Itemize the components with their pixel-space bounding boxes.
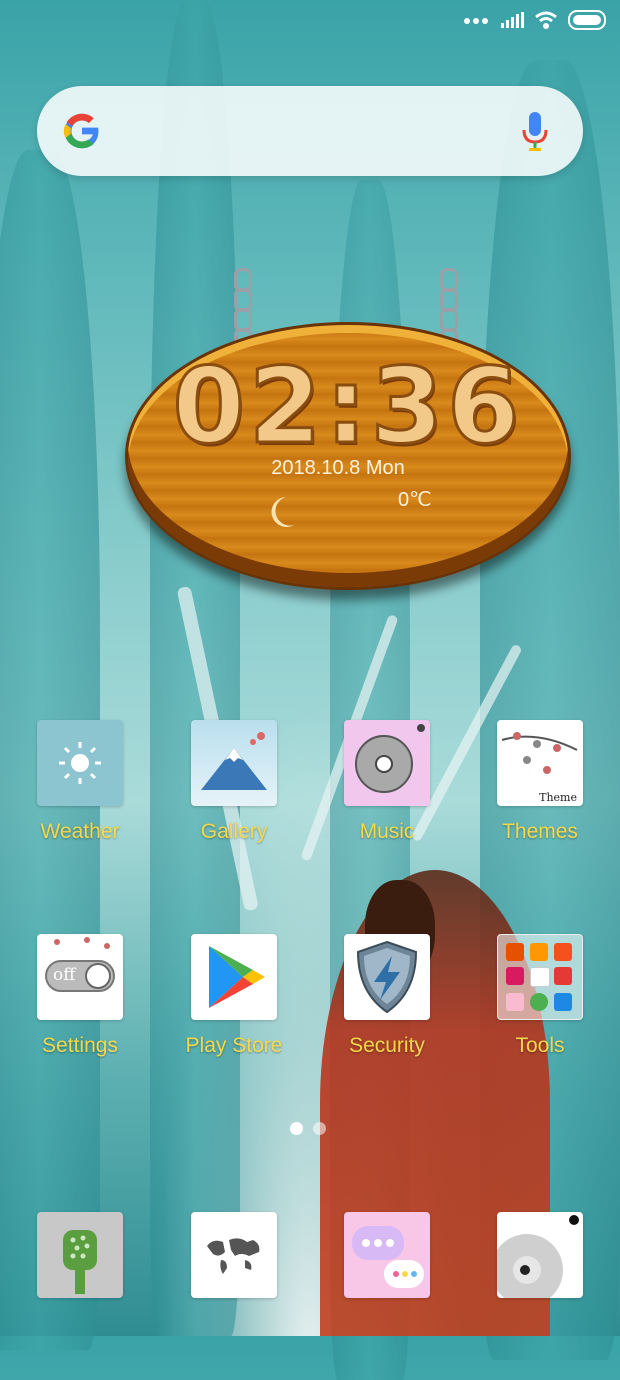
clock-time: 02:36 <box>171 344 524 469</box>
signal-icon <box>501 12 524 28</box>
app-gallery[interactable]: Gallery <box>169 720 299 844</box>
page-dot[interactable] <box>313 1122 326 1135</box>
dock-messages[interactable] <box>322 1212 452 1298</box>
play-store-icon <box>191 934 277 1020</box>
battery-icon <box>568 10 606 30</box>
app-label: Play Store <box>185 1034 283 1057</box>
tools-folder-icon <box>497 934 583 1020</box>
chain-right-icon <box>440 268 458 352</box>
google-g-icon <box>63 113 101 149</box>
page-dot-active <box>290 1122 303 1135</box>
app-label: Themes <box>502 820 578 843</box>
weather-icon <box>37 720 123 806</box>
messages-icon <box>344 1212 430 1298</box>
security-icon <box>344 934 430 1020</box>
clock-temperature: 0℃ <box>398 489 432 511</box>
phone-dialer-icon <box>37 1212 123 1298</box>
themes-icon: Theme <box>497 720 583 806</box>
chain-left-icon <box>234 268 252 352</box>
gallery-icon <box>191 720 277 806</box>
status-bar <box>464 10 606 30</box>
app-label: Settings <box>42 1034 118 1057</box>
themes-badge: Theme <box>539 791 577 804</box>
more-notifications-icon <box>464 11 491 29</box>
app-security[interactable]: Security <box>322 934 452 1058</box>
app-weather[interactable]: Weather <box>15 720 145 844</box>
app-label: Weather <box>40 820 120 843</box>
settings-icon: off <box>37 934 123 1020</box>
dock-camera[interactable] <box>475 1212 605 1298</box>
dock-browser[interactable] <box>169 1212 299 1298</box>
camera-icon <box>497 1212 583 1298</box>
clock-widget[interactable]: 02:36 2018.10.8 Mon 0℃ <box>125 322 571 590</box>
app-label: Security <box>349 1034 425 1057</box>
browser-map-icon <box>191 1212 277 1298</box>
music-icon <box>344 720 430 806</box>
toggle-label: off <box>53 965 76 985</box>
app-play-store[interactable]: Play Store <box>169 934 299 1058</box>
moon-icon <box>271 497 294 527</box>
wifi-icon <box>535 11 557 29</box>
app-music[interactable]: Music <box>322 720 452 844</box>
clock-date: 2018.10.8 Mon <box>271 457 405 479</box>
app-label: Gallery <box>200 820 268 843</box>
app-label: Music <box>359 820 415 843</box>
app-tools-folder[interactable]: Tools <box>475 934 605 1058</box>
app-themes[interactable]: Theme Themes <box>475 720 605 844</box>
folder-mini-icons <box>498 935 582 1019</box>
app-settings[interactable]: off Settings <box>15 934 145 1058</box>
dock-phone[interactable] <box>15 1212 145 1298</box>
microphone-icon[interactable] <box>521 110 549 154</box>
page-indicator <box>290 1122 326 1135</box>
wallpaper <box>0 0 620 1380</box>
toggle-switch-icon: off <box>45 960 115 992</box>
app-label: Tools <box>515 1034 565 1057</box>
google-search-bar[interactable] <box>37 86 583 176</box>
